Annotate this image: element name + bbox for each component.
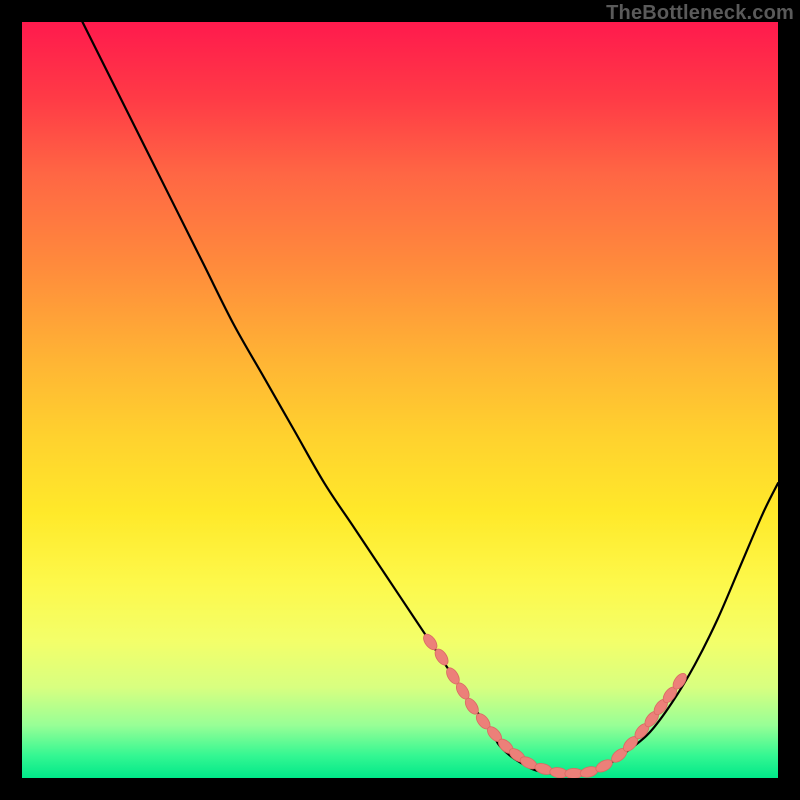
marker-group <box>421 632 689 778</box>
bottleneck-curve <box>82 22 778 775</box>
chart-svg <box>22 22 778 778</box>
chart-frame: TheBottleneck.com <box>0 0 800 800</box>
plot-area <box>22 22 778 778</box>
